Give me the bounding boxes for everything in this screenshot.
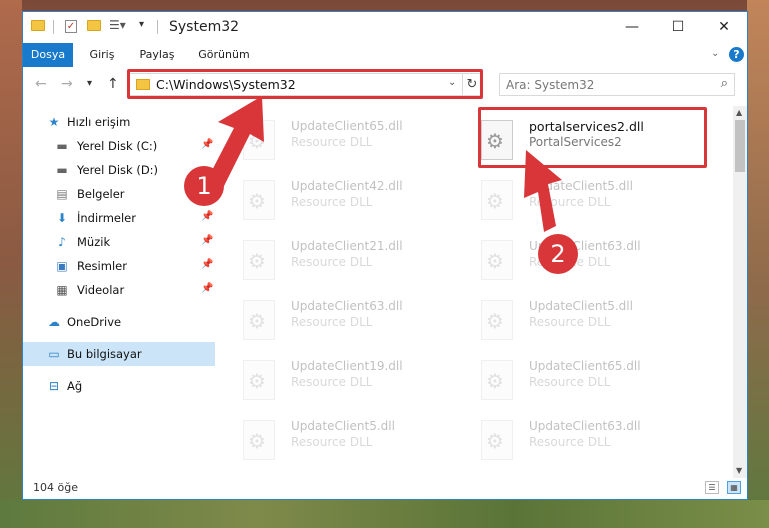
step-2-badge: 2: [538, 234, 578, 274]
step-1-badge: 1: [184, 166, 224, 206]
arrow-to-dll-file: [524, 150, 562, 232]
annotation-arrows: [208, 96, 562, 232]
